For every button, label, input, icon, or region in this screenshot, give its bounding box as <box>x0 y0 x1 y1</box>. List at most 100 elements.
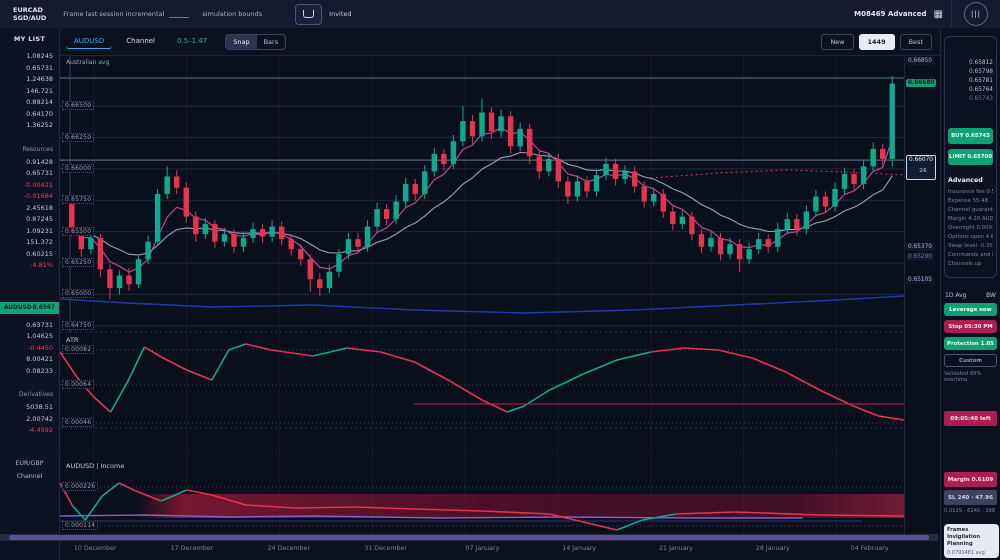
depth-price[interactable]: 0.65812 <box>948 59 993 68</box>
advanced-row: Commands and buy <box>948 251 993 260</box>
header-ticker[interactable]: EURCAD SGD/AUD <box>13 6 46 22</box>
time-axis-label[interactable]: 04 February <box>851 545 889 552</box>
watchlist-price-row[interactable]: 0.64170 <box>0 109 59 121</box>
time-axis: 10 December 17 December 24 December 31 Dece… <box>60 542 940 558</box>
watchlist-selected-row[interactable]: AUDUSD 0.6567 <box>0 302 59 314</box>
time-axis-label[interactable]: 31 December <box>364 545 407 552</box>
watchlist-price-row[interactable]: 2.45618 <box>0 203 59 215</box>
action-buttons: Leverage now Stop 05:30 PM Protection 1.05… <box>944 303 997 367</box>
avg-bw-row: 1D Avg BW <box>945 292 996 299</box>
time-axis-label[interactable]: 14 January <box>562 545 596 552</box>
bw-label[interactable]: BW <box>986 292 996 299</box>
tag-badge: 26 <box>911 163 935 178</box>
time-axis-label[interactable]: 24 December <box>267 545 310 552</box>
watchlist-price-row[interactable]: -0.00421 <box>0 180 59 192</box>
advanced-row: Channel guarantee <box>948 206 993 215</box>
watchlist-price-row[interactable]: 0.63731 <box>0 320 59 332</box>
watchlist-price-row[interactable]: 151.372 <box>0 237 59 249</box>
watchlist-price-row[interactable]: 0.89214 <box>0 97 59 109</box>
tab-1[interactable]: AUDUSD <box>66 34 112 49</box>
action-button-crimson[interactable]: Stop 05:30 PM <box>944 320 997 333</box>
chart-type-segmented: SnapBars <box>225 34 286 50</box>
price-chart-svg[interactable] <box>60 56 904 534</box>
buy-button[interactable]: BUY 0.65743 <box>948 128 993 144</box>
atr-panel-label: ATR <box>66 336 78 344</box>
candles-layer <box>69 76 895 299</box>
time-axis-label[interactable]: 10 December <box>74 545 117 552</box>
card-line-1: Frames Invigilation <box>947 527 996 541</box>
watchlist-price-row[interactable]: 0.08233 <box>0 366 59 378</box>
watchlist-price-row[interactable]: 1.09231 <box>0 226 59 238</box>
watchlist-price-row[interactable]: 1.36252 <box>0 120 59 132</box>
advanced-row: Expense 55.48 <box>948 197 993 206</box>
watchlist-price-row[interactable]: -0.4450 <box>0 343 59 355</box>
header-right: M08469 Advanced ▦ ||| <box>854 0 1000 28</box>
watchlist-price-row[interactable]: 146.721 <box>0 86 59 98</box>
watchlist-price-row[interactable]: 0.65731 <box>0 168 59 180</box>
watchlist-price-row[interactable]: 5038.51 <box>0 402 59 414</box>
muted-badge: SL 240 · 47.96 <box>944 490 997 505</box>
time-axis-label[interactable]: 21 January <box>659 545 693 552</box>
watchlist-price-row[interactable]: 1.24638 <box>0 74 59 86</box>
invited-label: Invited <box>329 10 351 18</box>
price-tag-boxed: 0.6607026 <box>906 155 936 180</box>
watchlist-price-row[interactable]: -4.81% <box>0 260 59 272</box>
advanced-row: Channels up <box>948 260 993 269</box>
scrollbar-thumb[interactable] <box>9 535 928 540</box>
income-panel-label: AUDUSD | Income <box>66 462 124 470</box>
limit-button[interactable]: LIMIT 0.65700 <box>948 149 993 165</box>
price-axis-right: 0.668500.666800.66070260.653700.652900.6… <box>904 56 941 534</box>
watchlist-price-row[interactable]: 0.87245 <box>0 214 59 226</box>
avatar[interactable]: ||| <box>964 2 988 26</box>
depth-price[interactable]: 0.65798 <box>948 68 993 77</box>
avg-label[interactable]: 1D Avg <box>945 292 966 299</box>
watchlist-price-row[interactable]: -4.4592 <box>0 425 59 437</box>
watchlist-group-3: 0.637311.04625-0.44508.004210.08233 <box>0 320 59 378</box>
account-label[interactable]: M08469 Advanced <box>854 10 926 18</box>
header-note-2: simulation bounds <box>202 10 262 18</box>
time-axis-label[interactable]: 07 January <box>465 545 499 552</box>
timer-badge: 09:05:40 left <box>944 411 997 426</box>
watchlist-subheader-resources: Resources <box>0 146 59 153</box>
depth-prices: 0.658120.657980.657810.657640.65743 <box>948 59 993 104</box>
selected-symbol: AUDUSD <box>4 305 32 311</box>
toolbar-right-buttons: New 1449 Best <box>816 34 932 50</box>
toolbar-button-new[interactable]: New <box>821 34 853 50</box>
grid-icon[interactable]: ▦ <box>934 9 943 20</box>
price-tag-plain: 0.65370 <box>906 243 934 251</box>
time-axis-label[interactable]: 28 January <box>756 545 790 552</box>
watchlist-price-row[interactable]: -0.01684 <box>0 191 59 203</box>
footer-pair[interactable]: EUR/GBP <box>0 457 59 470</box>
watchlist-price-row[interactable]: 2.00742 <box>0 414 59 426</box>
tab-2[interactable]: Channel <box>118 34 163 49</box>
watchlist-price-row[interactable]: 1.04625 <box>0 331 59 343</box>
depth-price[interactable]: 0.65781 <box>948 77 993 86</box>
segmented-option-1[interactable]: Snap <box>226 35 256 49</box>
depth-price[interactable]: 0.65764 <box>948 86 993 95</box>
watchlist-price-row[interactable]: 1.08245 <box>0 51 59 63</box>
watchlist-price-row[interactable]: 0.91428 <box>0 157 59 169</box>
toolbar-button-1449[interactable]: 1449 <box>859 34 895 50</box>
tray-icon-button[interactable] <box>295 4 322 25</box>
action-button-green[interactable]: Leverage now <box>944 303 997 316</box>
price-tag-plain: 0.66850 <box>906 57 934 65</box>
segmented-option-2[interactable]: Bars <box>257 35 286 49</box>
watchlist-price-row[interactable]: 0.60215 <box>0 249 59 261</box>
watchlist-price-row[interactable]: 8.00421 <box>0 354 59 366</box>
depth-price[interactable]: 0.65743 <box>948 95 993 104</box>
watchlist-price-row[interactable]: 0.65731 <box>0 63 59 75</box>
action-button-ghost[interactable]: Custom <box>944 354 997 367</box>
tab-3[interactable]: 0.5–1.47 <box>169 34 215 49</box>
ticker-line2: SGD/AUD <box>13 14 46 22</box>
chart-legend: Australian avg <box>66 59 109 66</box>
advanced-title: Advanced <box>948 177 993 184</box>
action-button-green[interactable]: Protection 1.05 <box>944 337 997 350</box>
footer-channel[interactable]: Channel <box>0 470 59 483</box>
notification-card[interactable]: Frames Invigilation Planning 0.0791481 a… <box>944 524 999 558</box>
ticker-line1: EURCAD <box>13 6 46 14</box>
toolbar-button-best[interactable]: Best <box>900 34 932 50</box>
header-inline-input[interactable] <box>169 10 189 18</box>
watchlist-group-4: 5038.512.00742-4.4592 <box>0 402 59 437</box>
time-axis-label[interactable]: 17 December <box>171 545 214 552</box>
trading-terminal: EURCAD SGD/AUD Frame last session increm… <box>0 0 1000 560</box>
